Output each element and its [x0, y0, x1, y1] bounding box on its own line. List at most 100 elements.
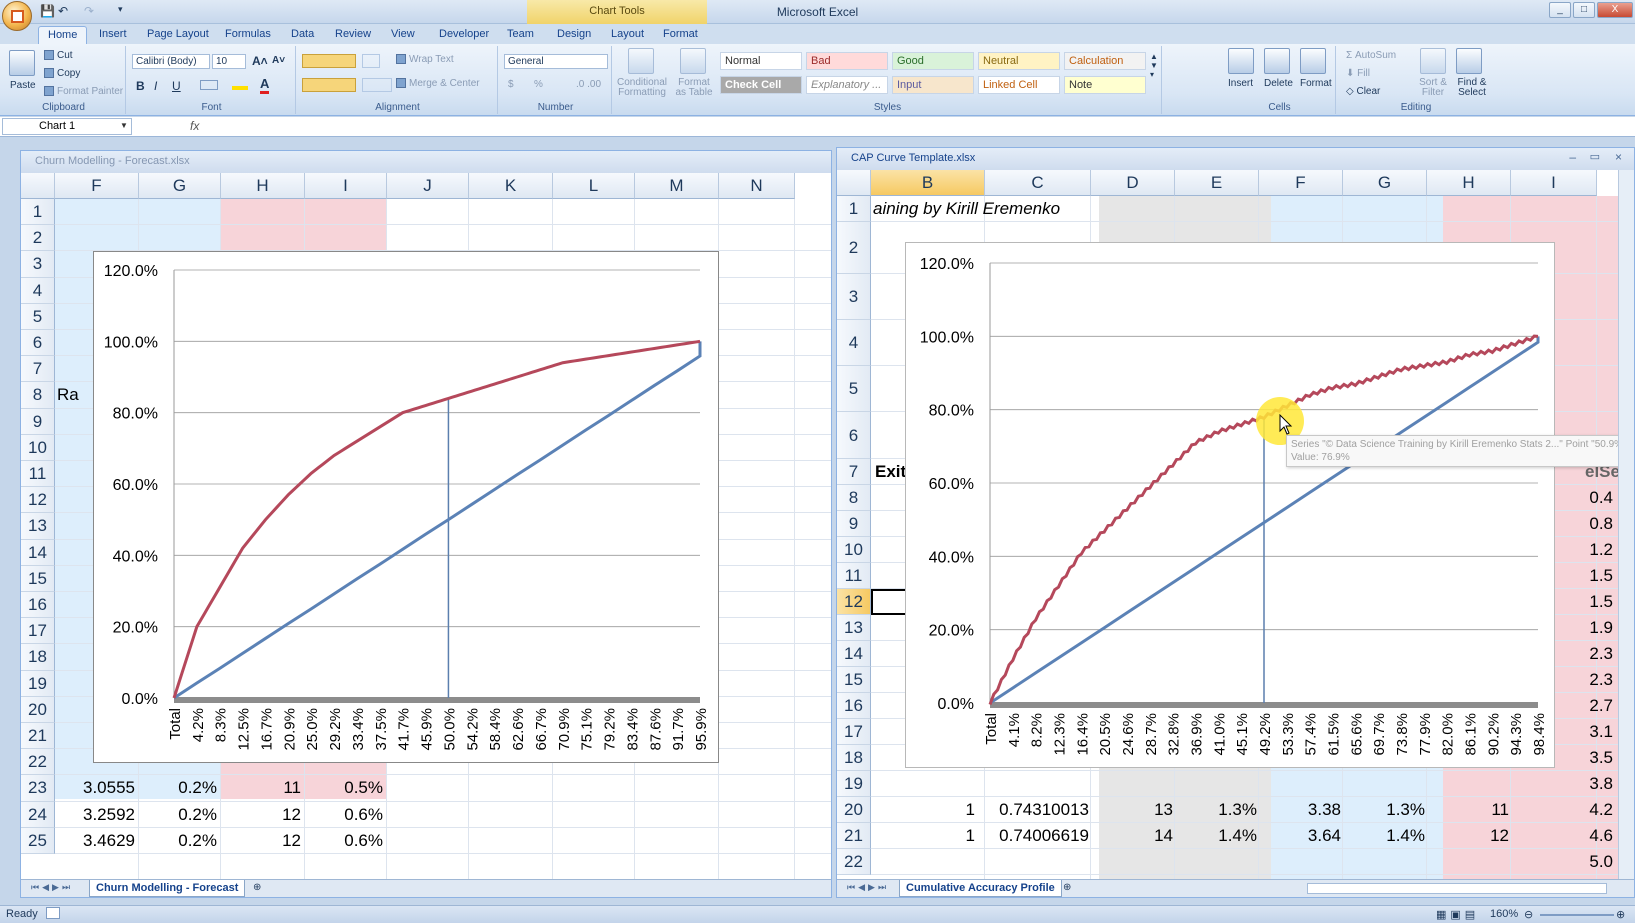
vertical-scrollbar[interactable] — [1618, 170, 1634, 879]
row-header-5-right[interactable]: 5 — [837, 366, 871, 412]
row-header-23[interactable]: 23 — [21, 775, 55, 802]
row-header-12[interactable]: 12 — [21, 487, 55, 514]
tab-home[interactable]: Home — [38, 26, 88, 44]
copy-button[interactable]: Copy — [44, 68, 80, 79]
cell-i20[interactable]: 4.2 — [1577, 800, 1613, 820]
format-button[interactable]: Format — [1300, 78, 1332, 89]
cell-i15[interactable]: 2.3 — [1577, 670, 1613, 690]
wb-minimize-icon[interactable]: – — [1569, 150, 1576, 164]
row-header-13[interactable]: 13 — [21, 513, 55, 540]
cap-chart-left[interactable]: 0.0% 20.0% 40.0% 60.0% 80.0% 100.0% 120.0% Tota… — [93, 251, 719, 763]
worksheet-right[interactable]: B C D E F G H I 1 2 3 4 5 6 7 8 9 10 11 12 13 14 15 16 17 18 19 20 2… — [837, 170, 1634, 879]
row-header-7-right[interactable]: 7 — [837, 459, 871, 485]
row-header-14[interactable]: 14 — [21, 539, 55, 566]
borders-icon[interactable] — [200, 80, 218, 90]
style-bad[interactable]: Bad — [806, 52, 888, 70]
tab-formulas[interactable]: Formulas — [216, 26, 280, 44]
cut-button[interactable]: Cut — [44, 50, 73, 61]
tab-data[interactable]: Data — [282, 26, 323, 44]
model-cap-line[interactable] — [172, 339, 701, 699]
currency-button[interactable]: $ — [508, 79, 514, 90]
format-cells-icon[interactable] — [1300, 48, 1326, 74]
column-header-n[interactable]: N — [719, 173, 795, 199]
format-painter-button[interactable]: Format Painter — [44, 86, 123, 97]
insert-sheet-icon[interactable]: ⊕ — [253, 882, 261, 893]
row-header-7[interactable]: 7 — [21, 356, 55, 383]
cell-c21[interactable]: 0.74006619 — [987, 826, 1089, 846]
cell-i16[interactable]: 2.7 — [1577, 696, 1613, 716]
cell-h23[interactable]: 11 — [221, 778, 301, 798]
tab-review[interactable]: Review — [326, 26, 380, 44]
tab-view[interactable]: View — [382, 26, 424, 44]
view-buttons-icon[interactable]: ▦▣▤ — [1436, 908, 1479, 921]
cell-e20[interactable]: 1.3% — [1177, 800, 1257, 820]
select-all-corner-right[interactable] — [837, 170, 871, 196]
style-input[interactable]: Input — [892, 76, 974, 94]
tab-page-layout[interactable]: Page Layout — [138, 26, 218, 44]
column-header-e-right[interactable]: E — [1175, 170, 1259, 196]
row-header-19-right[interactable]: 19 — [837, 771, 871, 797]
row-header-2-right[interactable]: 2 — [837, 222, 871, 274]
row-header-6-right[interactable]: 6 — [837, 412, 871, 459]
column-header-f-right[interactable]: F — [1259, 170, 1343, 196]
row-header-8-right[interactable]: 8 — [837, 485, 871, 511]
column-header-c-right[interactable]: C — [985, 170, 1091, 196]
column-header-g-right[interactable]: G — [1343, 170, 1427, 196]
column-header-l[interactable]: L — [553, 173, 635, 199]
cell-i9[interactable]: 0.8 — [1577, 514, 1613, 534]
conditional-formatting-icon[interactable] — [628, 48, 654, 74]
cell-b20[interactable]: 1 — [871, 800, 975, 820]
paste-button[interactable]: Paste — [10, 80, 36, 91]
wrap-text-button[interactable]: Wrap Text — [396, 54, 454, 65]
bold-button[interactable]: B — [136, 79, 145, 93]
column-header-f[interactable]: F — [55, 173, 139, 199]
random-model-line[interactable] — [173, 341, 702, 700]
cell-i25[interactable]: 0.6% — [305, 831, 383, 851]
cell-i10[interactable]: 1.2 — [1577, 540, 1613, 560]
row-header-14-right[interactable]: 14 — [837, 641, 871, 667]
sheet-tab-cap[interactable]: Cumulative Accuracy Profile — [899, 880, 1062, 897]
cell-f20[interactable]: 3.38 — [1261, 800, 1341, 820]
row-header-17[interactable]: 17 — [21, 618, 55, 645]
sort-filter-button[interactable]: Sort & Filter — [1412, 78, 1454, 98]
cell-h21[interactable]: 12 — [1429, 826, 1509, 846]
insert-cells-icon[interactable] — [1228, 48, 1254, 74]
decimal-icon[interactable]: .0 .00 — [576, 79, 601, 90]
select-all-corner[interactable] — [21, 173, 55, 199]
style-calculation[interactable]: Calculation — [1064, 52, 1146, 70]
row-header-19[interactable]: 19 — [21, 670, 55, 697]
row-header-21[interactable]: 21 — [21, 723, 55, 750]
row-header-9[interactable]: 9 — [21, 408, 55, 435]
format-table-icon[interactable] — [680, 48, 706, 74]
row-header-1-right[interactable]: 1 — [837, 196, 871, 222]
conditional-formatting-button[interactable]: Conditional Formatting — [616, 78, 668, 98]
cell-f25[interactable]: 3.4629 — [55, 831, 135, 851]
sheet-nav-arrows-icon[interactable]: ⏮◀▶⏭ — [31, 882, 73, 893]
macro-record-icon[interactable] — [46, 907, 60, 919]
row-header-15-right[interactable]: 15 — [837, 667, 871, 693]
cell-g24[interactable]: 0.2% — [139, 805, 217, 825]
sheet-tab-churn[interactable]: Churn Modelling - Forecast — [89, 880, 246, 897]
column-header-m[interactable]: M — [635, 173, 719, 199]
row-header-9-right[interactable]: 9 — [837, 511, 871, 537]
delete-cells-icon[interactable] — [1264, 48, 1290, 74]
style-linked-cell[interactable]: Linked Cell — [978, 76, 1060, 94]
horizontal-align-icon[interactable] — [302, 78, 356, 92]
cell-i23[interactable]: 0.5% — [305, 778, 383, 798]
fill-color-icon[interactable] — [232, 76, 248, 90]
cell-g20[interactable]: 1.3% — [1345, 800, 1425, 820]
cell-h24[interactable]: 12 — [221, 805, 301, 825]
style-explanatory[interactable]: Explanatory ... — [806, 76, 888, 94]
row-header-4[interactable]: 4 — [21, 277, 55, 304]
style-good[interactable]: Good — [892, 52, 974, 70]
styles-scroll-icon[interactable]: ▲ ▼ ▾ — [1150, 52, 1158, 79]
tab-team[interactable]: Team — [498, 26, 543, 44]
row-header-18[interactable]: 18 — [21, 644, 55, 671]
row-header-1[interactable]: 1 — [21, 199, 55, 226]
cell-i12[interactable]: 1.5 — [1577, 592, 1613, 612]
cell-h25[interactable]: 12 — [221, 831, 301, 851]
grow-font-icon[interactable]: A˄ — [252, 54, 268, 68]
worksheet-left[interactable]: F G H I J K L M N 1 2 3 4 5 6 7 8 9 10 11 12 13 14 15 16 17 18 19 20… — [21, 173, 831, 879]
row-header-22-right[interactable]: 22 — [837, 849, 871, 875]
row-header-3[interactable]: 3 — [21, 251, 55, 278]
